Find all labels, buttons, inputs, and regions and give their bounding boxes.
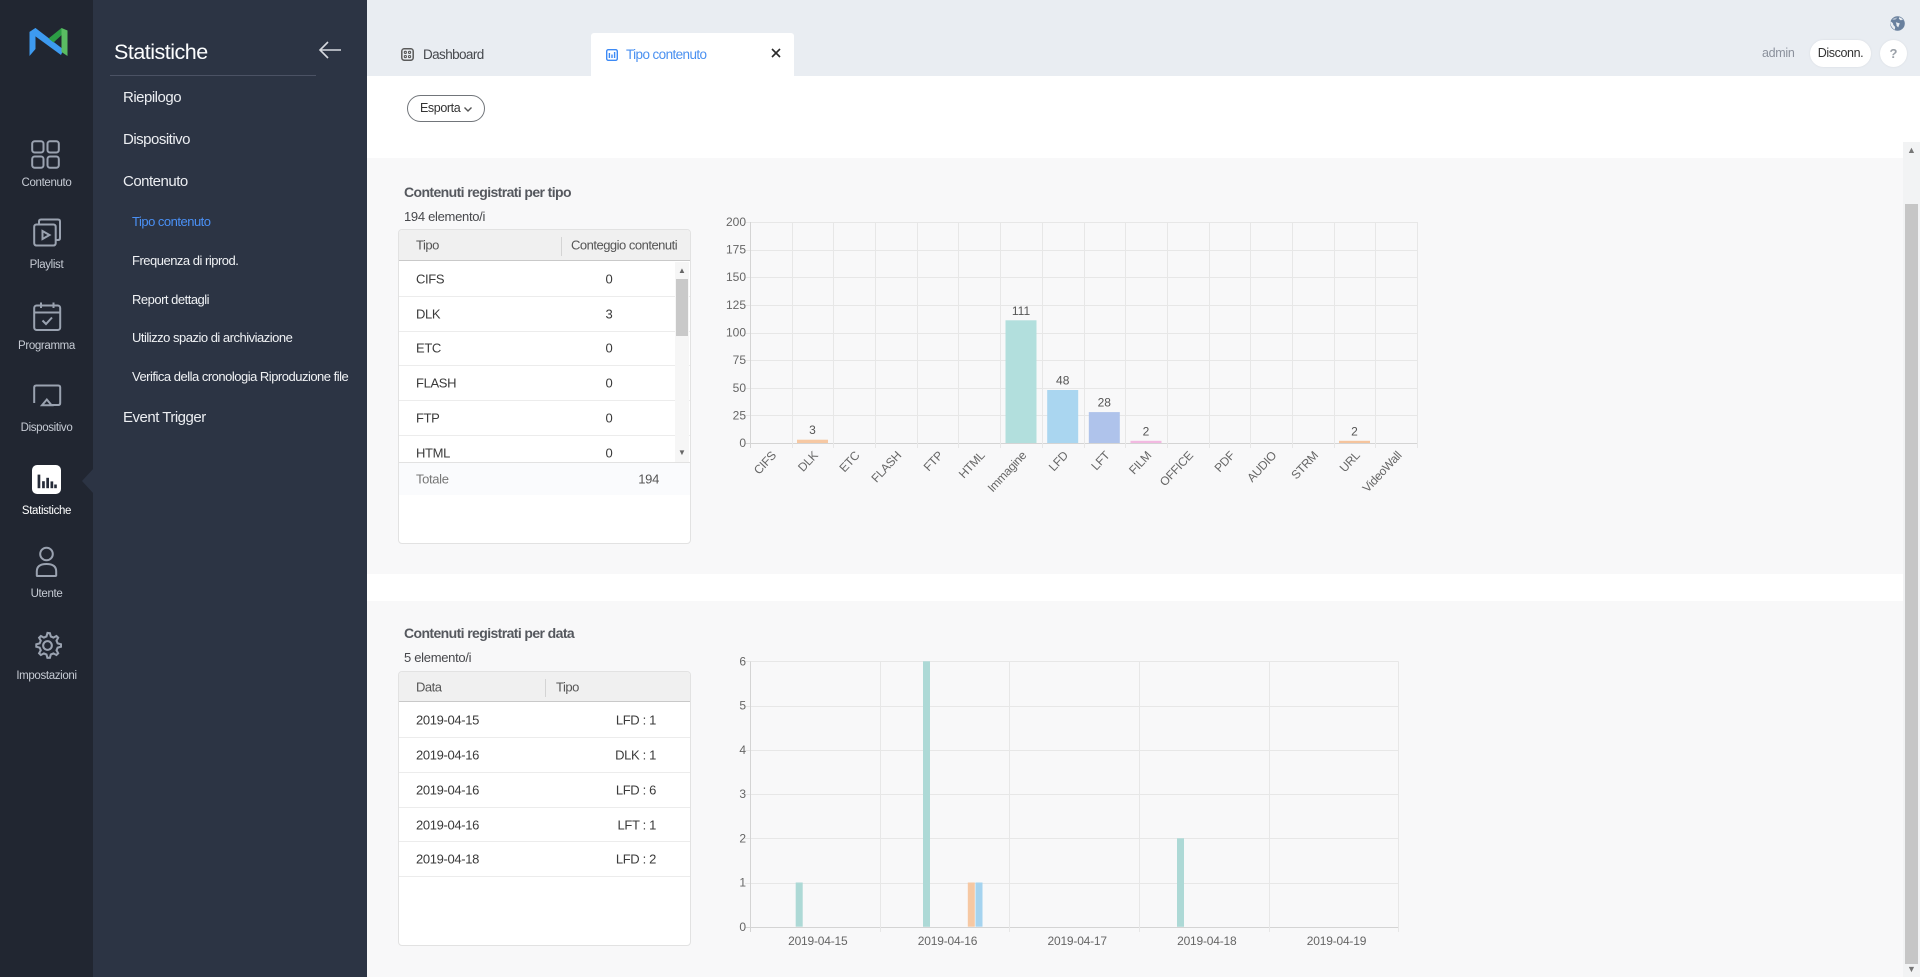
svg-text:AUDIO: AUDIO [1244, 448, 1279, 484]
svg-text:75: 75 [733, 353, 747, 367]
svg-text:FTP: FTP [921, 448, 946, 474]
svg-text:DLK: DLK [795, 448, 821, 474]
svg-text:FILM: FILM [1126, 448, 1154, 477]
svg-text:200: 200 [726, 215, 746, 229]
svg-text:VideoWall: VideoWall [1360, 448, 1405, 495]
svg-text:URL: URL [1337, 448, 1363, 475]
svg-text:125: 125 [726, 298, 746, 312]
svg-text:2: 2 [739, 831, 746, 845]
svg-text:2: 2 [1143, 424, 1150, 438]
svg-text:150: 150 [726, 270, 746, 284]
svg-text:50: 50 [733, 381, 747, 395]
svg-text:28: 28 [1098, 396, 1112, 410]
svg-text:2: 2 [1351, 424, 1358, 438]
svg-text:LFD: LFD [1046, 448, 1072, 474]
svg-text:3: 3 [809, 423, 816, 437]
svg-text:2019-04-16: 2019-04-16 [918, 934, 978, 948]
svg-text:2019-04-17: 2019-04-17 [1048, 934, 1108, 948]
svg-text:48: 48 [1056, 374, 1070, 388]
svg-text:0: 0 [739, 920, 746, 934]
svg-text:175: 175 [726, 243, 746, 257]
svg-text:1: 1 [739, 876, 746, 890]
svg-text:0: 0 [739, 436, 746, 450]
svg-text:FLASH: FLASH [868, 448, 904, 485]
svg-text:ETC: ETC [836, 448, 862, 475]
svg-text:4: 4 [739, 743, 746, 757]
svg-text:5: 5 [739, 699, 746, 713]
svg-text:2019-04-19: 2019-04-19 [1307, 934, 1367, 948]
svg-text:HTML: HTML [956, 448, 988, 481]
svg-text:LFT: LFT [1088, 448, 1113, 473]
svg-text:25: 25 [733, 408, 747, 422]
svg-text:3: 3 [739, 787, 746, 801]
svg-text:6: 6 [739, 654, 746, 668]
svg-text:111: 111 [1012, 304, 1031, 318]
svg-text:CIFS: CIFS [751, 448, 779, 477]
svg-text:100: 100 [726, 326, 746, 340]
svg-text:2019-04-18: 2019-04-18 [1177, 934, 1237, 948]
svg-text:2019-04-15: 2019-04-15 [788, 934, 848, 948]
svg-text:PDF: PDF [1212, 448, 1238, 474]
svg-text:OFFICE: OFFICE [1157, 448, 1196, 489]
svg-text:STRM: STRM [1288, 448, 1321, 482]
svg-text:Immagine: Immagine [985, 448, 1030, 495]
